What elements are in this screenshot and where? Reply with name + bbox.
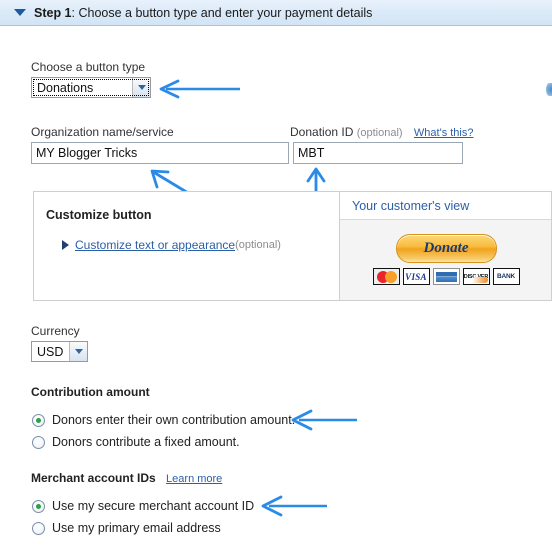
customer-view-title: Your customer's view [340, 192, 551, 220]
step-number: Step 1 [34, 5, 72, 20]
merchant-option-email[interactable]: Use my primary email address [32, 517, 221, 539]
merchant-option-secure-id[interactable]: Use my secure merchant account ID [32, 495, 254, 517]
contribution-option-fixed[interactable]: Donors contribute a fixed amount. [32, 431, 240, 453]
customize-panel-title: Customize button [46, 208, 152, 222]
donation-id-label: Donation ID [290, 125, 354, 139]
donate-button-wrap: Donate [340, 234, 552, 263]
contribution-amount-label: Contribution amount [31, 385, 150, 399]
customize-text-row[interactable]: Customize text or appearance (optional) [62, 238, 281, 252]
donation-id-label-group: Donation ID (optional) What's this? [290, 125, 474, 139]
merchant-account-label: Merchant account IDs [31, 471, 156, 485]
page-edge-decoration [546, 83, 552, 96]
donation-id-input[interactable] [293, 142, 463, 164]
triangle-right-icon[interactable] [62, 240, 69, 250]
arrow-to-button-type-select [159, 79, 240, 99]
merchant-label-group: Merchant account IDs Learn more [31, 471, 222, 485]
visa-logo: VISA [402, 268, 430, 285]
learn-more-link[interactable]: Learn more [166, 473, 222, 485]
step-header-title: Step 1: Choose a button type and enter y… [34, 6, 372, 20]
amex-logo [432, 268, 460, 285]
customer-view-panel: Your customer's view Donate VISA DISC VE… [340, 191, 552, 301]
organization-input[interactable] [31, 142, 289, 164]
chevron-down-icon[interactable] [132, 78, 150, 97]
currency-select[interactable]: USD [31, 341, 88, 362]
step-title-rest: : Choose a button type and enter your pa… [71, 5, 373, 20]
currency-select-value: USD [37, 344, 64, 359]
arrow-to-contribution-option [291, 409, 357, 431]
contribution-option-own[interactable]: Donors enter their own contribution amou… [32, 409, 295, 431]
discover-logo: DISC VER [462, 268, 490, 285]
currency-label: Currency [31, 324, 80, 338]
organization-label: Organization name/service [31, 125, 174, 139]
radio-merchant-email[interactable] [32, 521, 45, 535]
triangle-down-icon[interactable] [14, 9, 26, 16]
customize-optional: (optional) [235, 239, 281, 251]
mastercard-logo [372, 268, 400, 285]
button-type-select[interactable]: Donations [31, 77, 151, 98]
button-type-label: Choose a button type [31, 60, 146, 74]
customize-button-panel: Customize button Customize text or appea… [33, 191, 340, 301]
donation-id-optional: (optional) [356, 127, 403, 139]
button-type-select-value: Donations [37, 80, 94, 95]
bank-logo: BANK [492, 268, 520, 285]
chevron-down-icon[interactable] [69, 342, 87, 361]
donate-button[interactable]: Donate [395, 234, 497, 263]
customize-text-link[interactable]: Customize text or appearance [75, 238, 235, 252]
step-header-bar[interactable]: Step 1: Choose a button type and enter y… [0, 0, 552, 26]
form-content: Choose a button type Donations Organizat… [0, 26, 552, 545]
radio-merchant-secure-id[interactable] [32, 499, 45, 513]
whats-this-link[interactable]: What's this? [414, 127, 474, 139]
radio-contribution-own[interactable] [32, 413, 45, 427]
accepted-cards-row: VISA DISC VER BANK [340, 268, 552, 285]
radio-contribution-fixed[interactable] [32, 435, 45, 449]
arrow-to-merchant-option [261, 495, 327, 517]
